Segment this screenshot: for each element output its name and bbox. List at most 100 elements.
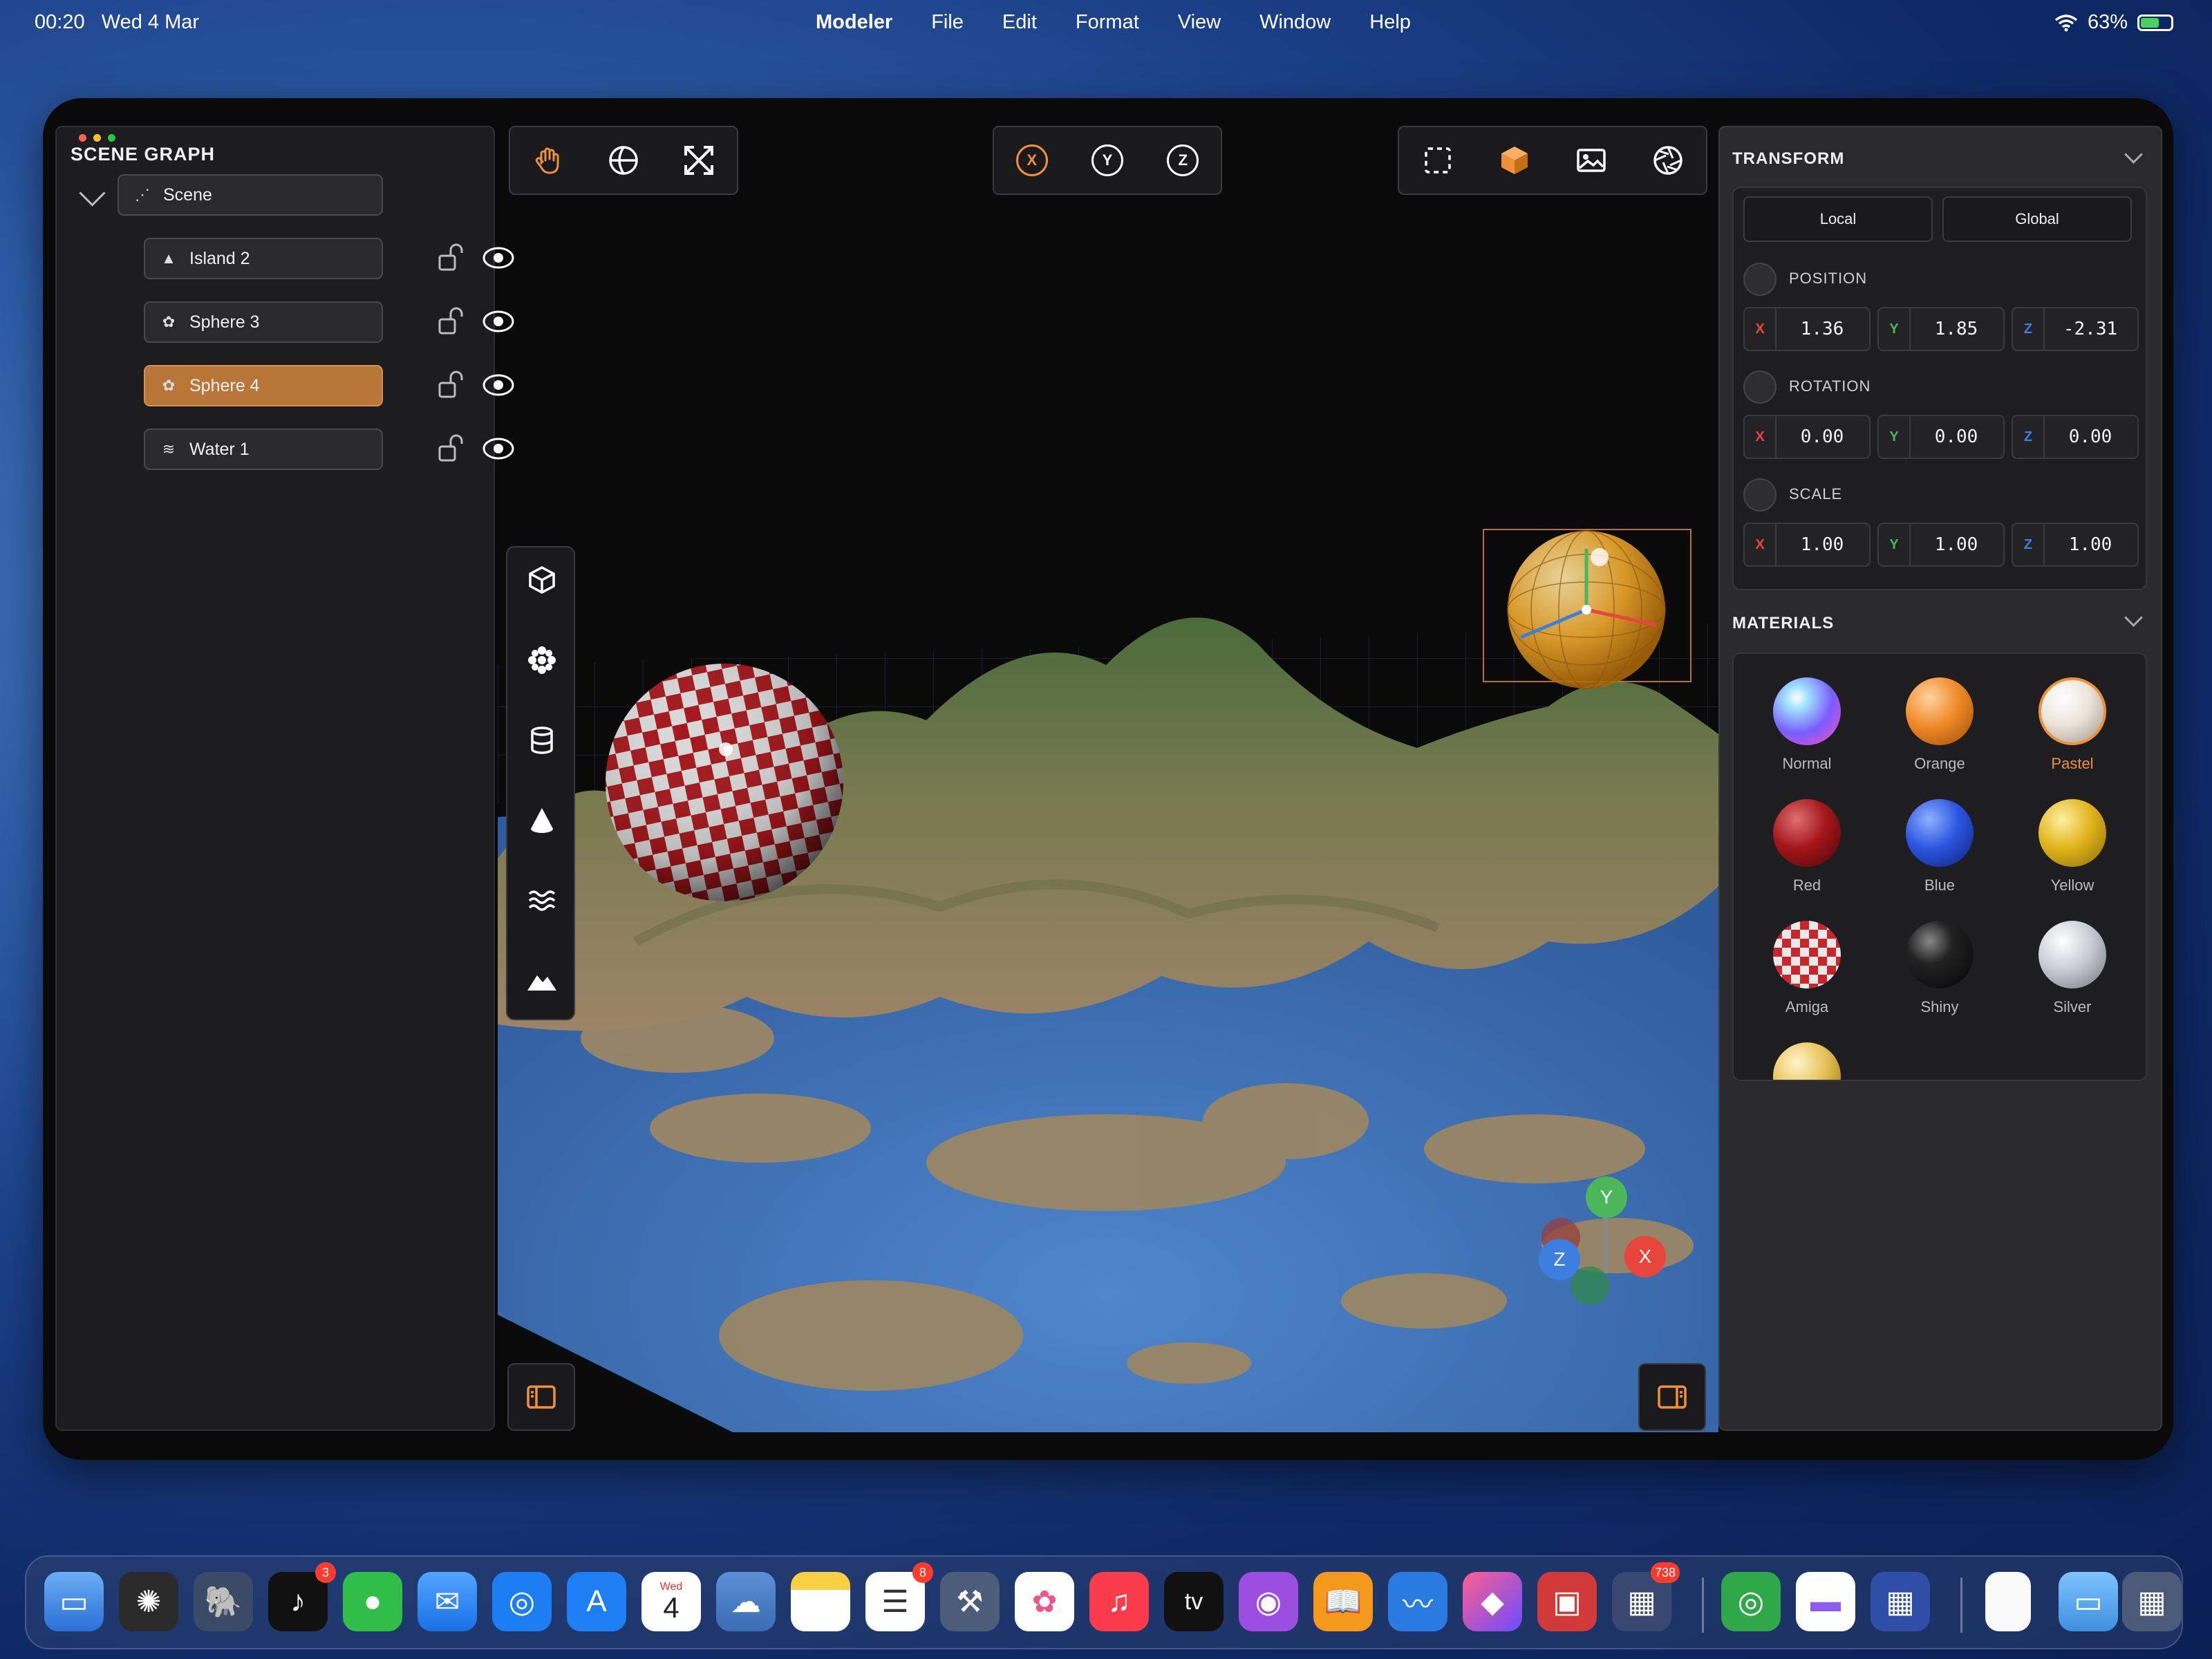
material-gold[interactable] [1759,1042,1855,1080]
gizmo-x[interactable]: X [1624,1236,1666,1277]
scene-node-water-1[interactable]: ≋ Water 1 [144,429,383,470]
scene-node-island-2[interactable]: ▲ Island 2 [144,238,383,279]
fit-view-button[interactable] [675,136,723,185]
menu-window[interactable]: Window [1259,11,1331,34]
position-x-field[interactable]: X 1.36 [1743,307,1871,351]
menu-help[interactable]: Help [1369,11,1411,34]
axis-z-button[interactable]: Z [1159,136,1207,185]
global-toggle[interactable]: Global [1942,196,2132,242]
tableplus-icon[interactable]: 🐘 [194,1572,253,1631]
position-z-field[interactable]: Z -2.31 [2012,307,2139,351]
blueprint-icon[interactable]: ▦ [1871,1572,1930,1631]
messages-icon[interactable]: ● [343,1572,402,1631]
local-toggle[interactable]: Local [1743,196,1933,242]
material-blue[interactable]: Blue [1891,799,1988,894]
image-mode-button[interactable] [1567,136,1615,185]
safari-icon[interactable]: ◎ [492,1572,552,1631]
reminders-icon[interactable]: ☰ 8 [865,1562,933,1631]
material-normal[interactable]: Normal [1759,677,1855,773]
select-rect-button[interactable] [1414,136,1462,185]
scene-root-node[interactable]: ⋰ Scene [118,174,383,216]
close-button[interactable] [79,134,86,142]
photos-icon[interactable]: ✿ [1015,1572,1074,1631]
music-icon[interactable]: ♫ [1089,1572,1149,1631]
orbit-tool-button[interactable] [599,136,648,185]
tv-icon[interactable]: tv [1164,1572,1224,1631]
add-cylinder-button[interactable] [518,716,566,765]
eye-icon[interactable] [481,304,516,339]
chevron-down-icon[interactable] [2124,608,2143,627]
material-amiga[interactable]: Amiga [1759,921,1855,1016]
rotation-z-field[interactable]: Z 0.00 [2012,415,2139,459]
material-yellow[interactable]: Yellow [2024,799,2121,894]
books-icon[interactable]: 📖 [1313,1572,1373,1631]
hand-tool-button[interactable] [524,136,572,185]
downloads-folder-icon[interactable]: ▭ [2059,1572,2118,1631]
unlock-icon[interactable] [435,369,467,401]
axis-y-button[interactable]: Y [1083,136,1132,185]
menu-format[interactable]: Format [1076,11,1139,34]
notes-icon[interactable] [791,1572,850,1631]
material-pastel[interactable]: Pastel [2024,677,2121,773]
unlock-icon[interactable] [435,433,467,465]
orientation-gizmo[interactable]: Y Z X [1536,1177,1666,1315]
material-red[interactable]: Red [1759,799,1855,894]
clock[interactable]: 00:20 Wed 4 Mar [35,11,199,34]
rotation-y-field[interactable]: Y 0.00 [1877,415,2005,459]
menu-app-name[interactable]: Modeler [816,11,892,34]
weather-icon[interactable]: ☁ [716,1572,776,1631]
scale-y-field[interactable]: Y 1.00 [1877,523,2005,567]
document-icon[interactable] [1985,1572,2031,1631]
minimize-button[interactable] [93,134,101,142]
scene-node-sphere-4[interactable]: ✿ Sphere 4 [144,365,383,406]
chevron-down-icon[interactable] [2124,145,2143,164]
camera-button[interactable] [1644,136,1692,185]
apps-folder-icon[interactable]: ▦ 738 [1612,1562,1680,1631]
wifi-icon[interactable] [2054,14,2078,32]
menu-file[interactable]: File [931,11,964,34]
zoom-button[interactable] [108,134,115,142]
position-y-field[interactable]: Y 1.85 [1877,307,2005,351]
chatgpt-icon[interactable]: ✺ [119,1572,178,1631]
scale-x-field[interactable]: X 1.00 [1743,523,1871,567]
freeform-icon[interactable]: 〰 [1388,1572,1447,1631]
toggle-left-sidebar-button[interactable] [507,1363,575,1431]
calendar-icon[interactable]: Wed 4 [641,1572,701,1631]
xcode-instruments-icon[interactable]: ⚒ [940,1572,1000,1631]
material-silver[interactable]: Silver [2024,921,2121,1016]
add-water-button[interactable] [518,877,566,925]
unlock-icon[interactable] [435,242,467,274]
chevron-down-icon[interactable] [79,180,106,207]
axis-x-button[interactable]: X [1008,136,1056,185]
add-cube-button[interactable] [518,556,566,604]
recent-app-icon[interactable]: ▬ [1796,1572,1855,1631]
gizmo-z[interactable]: Z [1539,1239,1580,1280]
eye-icon[interactable] [481,368,516,402]
find-my-icon[interactable]: ◎ [1721,1572,1781,1631]
modeler-icon[interactable]: ▣ [1537,1572,1597,1631]
menu-edit[interactable]: Edit [1002,11,1037,34]
eye-icon[interactable] [481,241,516,275]
toggle-right-sidebar-button[interactable] [1638,1363,1706,1431]
gizmo-y[interactable]: Y [1586,1177,1627,1218]
app-store-icon[interactable]: A [567,1572,626,1631]
add-cone-button[interactable] [518,796,566,845]
app-library-icon[interactable]: ▦ [2122,1572,2182,1631]
tiktok-icon[interactable]: ♪ 3 [268,1562,336,1631]
scale-z-field[interactable]: Z 1.00 [2012,523,2139,567]
add-terrain-button[interactable] [518,957,566,1005]
scene-node-sphere-3[interactable]: ✿ Sphere 3 [144,301,383,343]
mail-icon[interactable]: ✉ [418,1572,477,1631]
shortcuts-icon[interactable]: ◆ [1463,1572,1522,1631]
add-sphere-button[interactable] [518,636,566,684]
rotation-x-field[interactable]: X 0.00 [1743,415,1871,459]
material-orange[interactable]: Orange [1891,677,1988,773]
finder-icon[interactable]: ▭ [44,1572,104,1631]
eye-icon[interactable] [481,431,516,466]
podcasts-icon[interactable]: ◉ [1239,1572,1298,1631]
unlock-icon[interactable] [435,306,467,337]
solid-mode-button[interactable] [1490,136,1539,185]
menu-view[interactable]: View [1178,11,1221,34]
battery-icon[interactable] [2137,14,2173,31]
material-shiny[interactable]: Shiny [1891,921,1988,1016]
